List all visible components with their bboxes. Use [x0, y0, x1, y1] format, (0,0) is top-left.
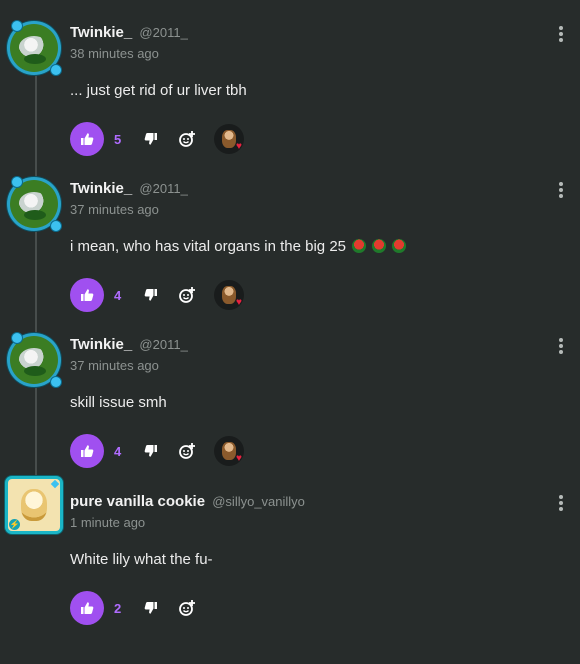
thumbs-down-icon: [144, 289, 157, 301]
heart-icon: ♥: [236, 453, 242, 464]
like-count: 2: [114, 600, 122, 616]
thumbs-up-icon: [81, 445, 94, 457]
lightning-icon: ⚡: [9, 519, 20, 530]
dislike-button[interactable]: [140, 128, 162, 150]
add-reaction-button[interactable]: [176, 128, 198, 150]
more-vertical-icon[interactable]: [559, 338, 563, 354]
avatar-cookie: [21, 489, 47, 521]
custom-emoji-icon: [372, 239, 386, 253]
comment-text: skill issue smh: [70, 394, 167, 411]
like-button[interactable]: [70, 591, 104, 625]
add-reaction-button[interactable]: [176, 440, 198, 462]
user-avatar[interactable]: ⚡: [8, 479, 60, 531]
author-line: pure vanilla cookie @sillyo_vanillyo: [70, 493, 305, 510]
dislike-button[interactable]: [140, 284, 162, 306]
custom-emoji-icon: [352, 239, 366, 253]
like-count: 5: [114, 131, 122, 147]
like-count: 4: [114, 287, 122, 303]
author-line: Twinkie_ @2011_: [70, 24, 188, 41]
avatar-frame-gem: [11, 20, 23, 32]
thumbs-up-icon: [81, 602, 94, 614]
add-reaction-icon: [179, 287, 195, 303]
timestamp: 38 minutes ago: [70, 46, 159, 61]
avatar-frame-gem: [11, 176, 23, 188]
comment-actions: 4 ♥: [70, 278, 244, 312]
reaction-user-avatar[interactable]: ♥: [214, 436, 244, 466]
thumbs-down-icon: [144, 445, 157, 457]
comment-text: ... just get rid of ur liver tbh: [70, 82, 247, 99]
more-vertical-icon[interactable]: [559, 26, 563, 42]
dislike-button[interactable]: [140, 597, 162, 619]
diamond-icon: [50, 479, 60, 489]
avatar-leaf: [24, 366, 46, 376]
add-reaction-button[interactable]: [176, 597, 198, 619]
add-reaction-button[interactable]: [176, 284, 198, 306]
comment-feed: Twinkie_ @2011_ 38 minutes ago ... just …: [0, 0, 580, 664]
comment-text: i mean, who has vital organs in the big …: [70, 238, 406, 255]
author-name[interactable]: Twinkie_: [70, 180, 132, 197]
avatar-frame-gem: [11, 332, 23, 344]
author-handle[interactable]: @2011_: [139, 25, 187, 40]
add-reaction-icon: [179, 600, 195, 616]
comment-text: White lily what the fu-: [70, 551, 213, 568]
reaction-avatar-figure: [222, 442, 236, 460]
like-button[interactable]: [70, 434, 104, 468]
dislike-button[interactable]: [140, 440, 162, 462]
timestamp: 37 minutes ago: [70, 202, 159, 217]
reaction-user-avatar[interactable]: ♥: [214, 124, 244, 154]
author-name[interactable]: pure vanilla cookie: [70, 493, 205, 510]
thread-line: [35, 64, 37, 489]
comment-actions: 2: [70, 591, 212, 625]
comment-actions: 5 ♥: [70, 122, 244, 156]
reaction-user-avatar[interactable]: ♥: [214, 280, 244, 310]
author-handle[interactable]: @sillyo_vanillyo: [212, 494, 305, 509]
avatar-frame-gem: [50, 64, 62, 76]
comment-text-content: i mean, who has vital organs in the big …: [70, 238, 346, 255]
reaction-avatar-figure: [222, 286, 236, 304]
author-name[interactable]: Twinkie_: [70, 24, 132, 41]
avatar-leaf: [24, 54, 46, 64]
reaction-avatar-figure: [222, 130, 236, 148]
avatar-frame-gem: [50, 376, 62, 388]
comment-actions: 4 ♥: [70, 434, 244, 468]
heart-icon: ♥: [236, 297, 242, 308]
author-line: Twinkie_ @2011_: [70, 180, 188, 197]
more-vertical-icon[interactable]: [559, 495, 563, 511]
heart-icon: ♥: [236, 141, 242, 152]
thumbs-down-icon: [144, 602, 157, 614]
thumbs-up-icon: [81, 289, 94, 301]
more-vertical-icon[interactable]: [559, 182, 563, 198]
author-handle[interactable]: @2011_: [139, 337, 187, 352]
like-button[interactable]: [70, 122, 104, 156]
timestamp: 1 minute ago: [70, 515, 146, 530]
thumbs-down-icon: [144, 133, 157, 145]
custom-emoji-icon: [392, 239, 406, 253]
author-handle[interactable]: @2011_: [139, 181, 187, 196]
like-button[interactable]: [70, 278, 104, 312]
like-count: 4: [114, 443, 122, 459]
timestamp: 37 minutes ago: [70, 358, 159, 373]
author-name[interactable]: Twinkie_: [70, 336, 132, 353]
author-line: Twinkie_ @2011_: [70, 336, 188, 353]
avatar-frame-gem: [50, 220, 62, 232]
add-reaction-icon: [179, 443, 195, 459]
add-reaction-icon: [179, 131, 195, 147]
avatar-leaf: [24, 210, 46, 220]
thumbs-up-icon: [81, 133, 94, 145]
